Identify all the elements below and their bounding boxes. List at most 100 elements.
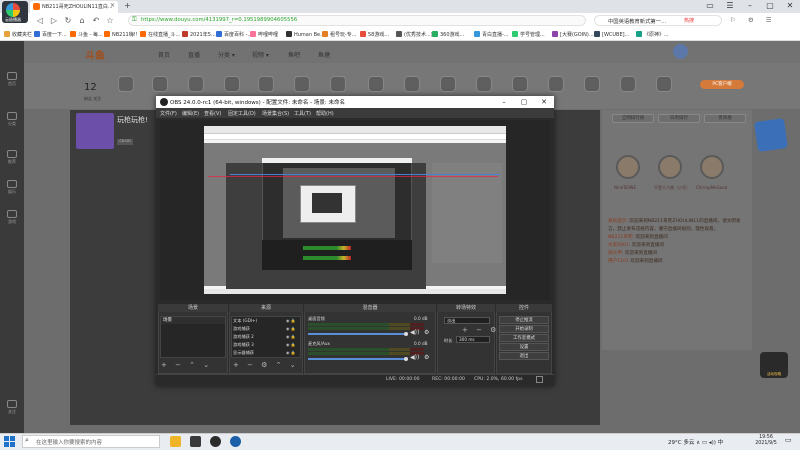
- speaker-icon[interactable]: ◀)): [410, 354, 419, 361]
- undo-icon[interactable]: ↶: [90, 14, 102, 27]
- gear-icon[interactable]: ⚙: [424, 354, 429, 361]
- visibility-lock-icons[interactable]: ◉ 🔒: [286, 326, 296, 331]
- game-tag[interactable]: CS:GO: [117, 139, 133, 145]
- category-icon[interactable]: [330, 76, 346, 92]
- source-item[interactable]: 文本 (GDI+): [233, 318, 257, 324]
- nav-yuba[interactable]: 鱼吧: [288, 50, 300, 59]
- visibility-lock-icons[interactable]: ◉ 🔒: [286, 350, 296, 355]
- volume-slider-knob[interactable]: [404, 357, 408, 361]
- category-icon[interactable]: [118, 76, 134, 92]
- source-item[interactable]: 游戏捕获 3: [233, 342, 254, 348]
- obs-close-button[interactable]: ✕: [534, 96, 554, 108]
- steam-icon[interactable]: [230, 436, 241, 447]
- bookmark-item[interactable]: 斗鱼 - 每...: [70, 31, 103, 38]
- bookmark-item[interactable]: 百度百科 -...: [216, 31, 252, 38]
- fan-avatar[interactable]: [658, 155, 682, 179]
- studio-mode-button[interactable]: 工作室模式: [499, 334, 549, 342]
- category-icon[interactable]: [620, 76, 636, 92]
- taskbar-clock[interactable]: 19:56 2021/9/5: [752, 435, 780, 447]
- visibility-lock-icons[interactable]: ◉ 🔒: [286, 334, 296, 339]
- event-badge[interactable]: [754, 118, 788, 152]
- source-item[interactable]: 游戏捕获 2: [233, 334, 254, 340]
- menu-file[interactable]: 文件(F): [160, 110, 177, 117]
- bookmark-item[interactable]: NB211嗨!!: [104, 31, 138, 38]
- browser-search-text[interactable]: 中国英语教育新式第一...: [608, 17, 666, 25]
- menu-tools[interactable]: 工具(T): [294, 110, 311, 117]
- category-icon[interactable]: [584, 76, 600, 92]
- nav-home[interactable]: 首页: [158, 50, 170, 59]
- bookmark-item[interactable]: 收藏夹栏: [4, 31, 32, 38]
- bookmark-item[interactable]: 百度一下...: [34, 31, 67, 38]
- tab-close-icon[interactable]: ×: [110, 2, 115, 9]
- exit-button[interactable]: 退出: [499, 352, 549, 360]
- home-icon[interactable]: ⌂: [76, 14, 88, 27]
- fan-avatar[interactable]: [616, 155, 640, 179]
- nav-category[interactable]: 分类 ▾: [218, 50, 235, 59]
- sidebar-item-follow[interactable]: 关注: [2, 400, 22, 415]
- category-icon[interactable]: [656, 76, 672, 92]
- scene-item[interactable]: 场景: [161, 317, 225, 324]
- volume-slider-knob[interactable]: [404, 332, 408, 336]
- windows-start-icon[interactable]: [4, 436, 16, 448]
- category-icon[interactable]: [294, 76, 310, 92]
- visibility-lock-icons[interactable]: ◉ 🔒: [286, 342, 296, 347]
- reload-icon[interactable]: ↻: [62, 14, 74, 27]
- user-avatar[interactable]: [673, 44, 688, 59]
- bookmark-item[interactable]: 2021年5...: [182, 31, 216, 38]
- sidebar-item-entertainment[interactable]: 娱乐: [2, 180, 22, 195]
- bookmark-item[interactable]: [大赛(GOIN)...: [552, 31, 594, 38]
- settings-button[interactable]: 设置: [499, 343, 549, 351]
- menu-scene-collection[interactable]: 场景集合(S): [262, 110, 289, 117]
- bookmark-item[interactable]: 哔哩哔哩: [250, 31, 278, 38]
- maximize-button[interactable]: ▢: [760, 0, 780, 12]
- sidebar-item-category[interactable]: 分类: [2, 112, 22, 127]
- window-restore-icon[interactable]: ▭: [700, 0, 720, 12]
- nav-video[interactable]: 视频 ▾: [252, 50, 269, 59]
- tab-vip[interactable]: 贵宾榜: [704, 114, 746, 123]
- extension-icons[interactable]: ⚐ ⚙ ☰: [730, 16, 777, 24]
- visibility-lock-icons[interactable]: ◉ 🔒: [286, 318, 296, 323]
- obs-maximize-button[interactable]: ▢: [514, 96, 534, 108]
- bookmark-item[interactable]: 在线直播_斗...: [140, 31, 180, 38]
- douyu-logo[interactable]: 斗鱼: [85, 47, 105, 62]
- gear-icon[interactable]: ⚙: [424, 329, 429, 336]
- menu-view[interactable]: 查看(V): [204, 110, 221, 117]
- bookmark-item[interactable]: 58游戏...: [360, 31, 389, 38]
- menu-icon[interactable]: ☰: [720, 0, 740, 12]
- transition-buttons[interactable]: + − ⚙: [462, 326, 499, 334]
- volume-slider[interactable]: [308, 333, 408, 335]
- pc-client-button[interactable]: PC客户端: [700, 80, 744, 89]
- source-buttons[interactable]: + − ⚙ ⌃ ⌄: [233, 361, 299, 369]
- url-text[interactable]: https://www.douyu.com/4131997_r=0.195198…: [141, 17, 297, 23]
- menu-docks[interactable]: 固定工具(D): [228, 110, 256, 117]
- close-button[interactable]: ✕: [780, 0, 800, 12]
- sidebar-item-game[interactable]: 游戏: [2, 210, 22, 225]
- resize-grip-icon[interactable]: [536, 376, 543, 383]
- sidebar-item-recommend[interactable]: 推荐: [2, 150, 22, 165]
- transition-select[interactable]: 淡出: [444, 317, 490, 324]
- source-item[interactable]: 游戏捕获: [233, 326, 250, 332]
- back-icon[interactable]: ◁: [34, 14, 46, 27]
- fan-avatar[interactable]: [700, 155, 724, 179]
- bookmark-item[interactable]: 360游戏...: [432, 31, 464, 38]
- tab-rank[interactable]: 全网排行榜: [612, 114, 654, 123]
- stop-streaming-button[interactable]: 停止推流: [499, 316, 549, 324]
- minimize-button[interactable]: –: [740, 0, 760, 12]
- bookmark-item[interactable]: [WCUBE]...: [594, 31, 629, 38]
- category-icon[interactable]: [224, 76, 240, 92]
- bookmark-item[interactable]: (优秀技术...): [396, 31, 433, 38]
- source-item[interactable]: 显示器捕获: [233, 350, 254, 356]
- forward-icon[interactable]: ▷: [48, 14, 60, 27]
- notification-icon[interactable]: ▭: [785, 436, 795, 446]
- category-icon[interactable]: [188, 76, 204, 92]
- category-icon[interactable]: [548, 76, 564, 92]
- bookmark-item[interactable]: 学号管理...: [512, 31, 545, 38]
- obs-minimize-button[interactable]: –: [494, 96, 514, 108]
- category-icon[interactable]: [404, 76, 420, 92]
- bookmark-item[interactable]: 《原神》...: [636, 31, 669, 38]
- bookmark-item[interactable]: 租号玩-专...: [322, 31, 357, 38]
- duration-input[interactable]: 300 ms: [456, 336, 490, 343]
- nav-yutang[interactable]: 鱼塘: [318, 50, 330, 59]
- obs-taskbar-icon[interactable]: [210, 436, 221, 447]
- menu-help[interactable]: 帮助(H): [316, 110, 334, 117]
